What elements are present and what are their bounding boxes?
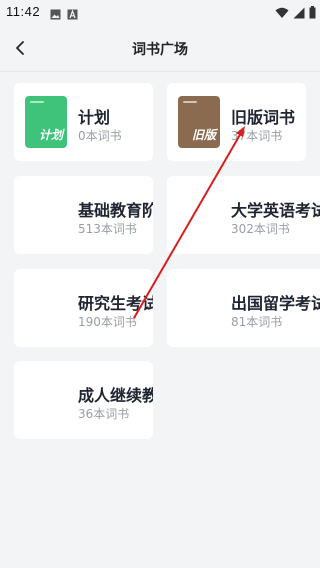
header-divider [0,71,320,72]
signal-icon [293,4,305,23]
app-bar: 词书广场 [0,24,320,72]
status-time: 11:42 [6,4,41,19]
cover-label: 计划 [38,128,63,142]
category-title: 基础教育阶段 [78,201,153,220]
image-icon [50,5,61,24]
category-title: 研究生考试 [78,294,153,313]
plan-cover: 计划 [25,96,67,148]
category-title: 出国留学考试 [231,294,320,313]
category-count: 81本词书 [231,315,283,329]
page-title: 词书广场 [132,42,188,58]
category-count: 36本词书 [78,407,130,421]
old-books-cover: 旧版 [178,96,220,148]
category-title: 成人继续教育 [78,386,153,405]
category-count: 0本词书 [78,129,122,143]
category-card-basic-education[interactable]: 基础教育阶段 513本词书 [14,176,153,254]
battery-icon [309,4,316,23]
category-count: 513本词书 [78,222,137,236]
category-card-plan[interactable]: 计划 计划 0本词书 [14,83,153,161]
category-card-study-abroad[interactable]: 出国留学考试 81本词书 [167,269,320,347]
category-title: 大学英语考试 [231,201,320,220]
cover-label: 旧版 [191,128,216,142]
category-card-adult-education[interactable]: 成人继续教育 36本词书 [14,361,153,439]
category-card-old-books[interactable]: 旧版 旧版词书 37本词书 [167,83,306,161]
category-card-college-english[interactable]: 大学英语考试 302本词书 [167,176,320,254]
category-title: 计划 [78,108,111,127]
category-card-postgraduate[interactable]: 研究生考试 190本词书 [14,269,153,347]
category-count: 302本词书 [231,222,290,236]
wifi-icon [275,4,289,23]
status-bar: 11:42 [0,0,320,24]
category-count: 190本词书 [78,315,137,329]
category-title: 旧版词书 [231,108,296,127]
font-icon [67,5,78,24]
category-count: 37本词书 [231,129,283,143]
